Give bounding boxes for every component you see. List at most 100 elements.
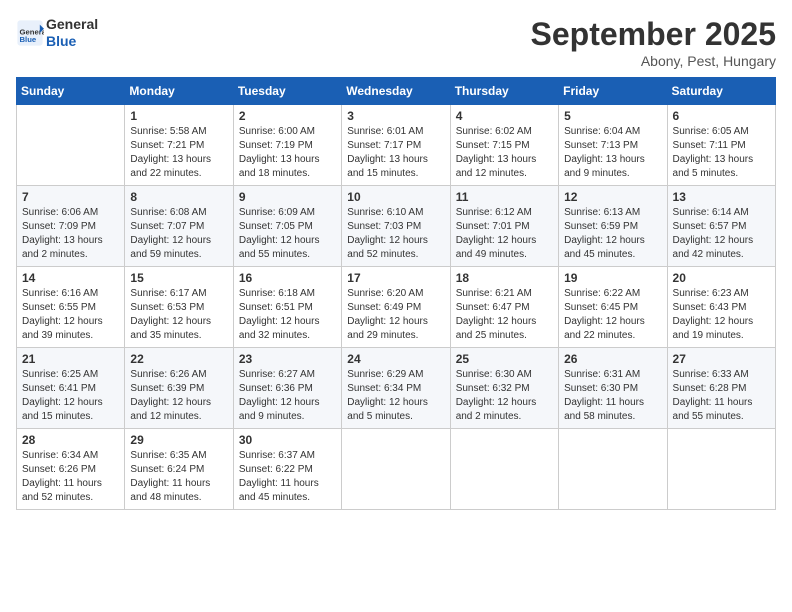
- col-header-monday: Monday: [125, 78, 233, 105]
- day-number: 13: [673, 190, 770, 204]
- calendar-cell: 30 Sunrise: 6:37 AM Sunset: 6:22 PM Dayli…: [233, 429, 341, 510]
- day-info: Sunrise: 6:37 AM Sunset: 6:22 PM Dayligh…: [239, 449, 336, 505]
- calendar-cell: 27 Sunrise: 6:33 AM Sunset: 6:28 PM Dayli…: [667, 348, 775, 429]
- calendar-cell: 22Sunrise: 6:26 AM Sunset: 6:39 PM Dayli…: [125, 348, 233, 429]
- col-header-friday: Friday: [559, 78, 667, 105]
- calendar-cell: 25 Sunrise: 6:30 AM Sunset: 6:32 PM Dayli…: [450, 348, 558, 429]
- week-row-2: 7Sunrise: 6:06 AM Sunset: 7:09 PM Daylig…: [17, 186, 776, 267]
- subtitle: Abony, Pest, Hungary: [531, 53, 776, 69]
- calendar-cell: 2 Sunrise: 6:00 AM Sunset: 7:19 PM Daylig…: [233, 105, 341, 186]
- day-info: Sunrise: 6:04 AM Sunset: 7:13 PM Dayligh…: [564, 125, 661, 181]
- day-info: Sunrise: 6:00 AM Sunset: 7:19 PM Dayligh…: [239, 125, 336, 181]
- day-number: 10: [347, 190, 444, 204]
- day-number: 30: [239, 433, 336, 447]
- day-info: Sunrise: 6:06 AM Sunset: 7:09 PM Dayligh…: [22, 206, 119, 262]
- calendar-cell: 28 Sunrise: 6:34 AM Sunset: 6:26 PM Dayli…: [17, 429, 125, 510]
- calendar-cell: 7Sunrise: 6:06 AM Sunset: 7:09 PM Daylig…: [17, 186, 125, 267]
- day-number: 19: [564, 271, 661, 285]
- day-info: Sunrise: 6:20 AM Sunset: 6:49 PM Dayligh…: [347, 287, 444, 343]
- day-number: 18: [456, 271, 553, 285]
- day-number: 6: [673, 109, 770, 123]
- day-info: Sunrise: 6:25 AM Sunset: 6:41 PM Dayligh…: [22, 368, 119, 424]
- calendar-cell: 14 Sunrise: 6:16 AM Sunset: 6:55 PM Dayli…: [17, 267, 125, 348]
- calendar-cell: 24 Sunrise: 6:29 AM Sunset: 6:34 PM Dayli…: [342, 348, 450, 429]
- calendar-cell: 26 Sunrise: 6:31 AM Sunset: 6:30 PM Dayli…: [559, 348, 667, 429]
- logo-icon: General Blue: [16, 19, 44, 47]
- day-info: Sunrise: 6:30 AM Sunset: 6:32 PM Dayligh…: [456, 368, 553, 424]
- day-number: 28: [22, 433, 119, 447]
- svg-text:Blue: Blue: [20, 35, 37, 44]
- week-row-1: 1Sunrise: 5:58 AM Sunset: 7:21 PM Daylig…: [17, 105, 776, 186]
- calendar-cell: 29 Sunrise: 6:35 AM Sunset: 6:24 PM Dayli…: [125, 429, 233, 510]
- calendar-cell: 19Sunrise: 6:22 AM Sunset: 6:45 PM Dayli…: [559, 267, 667, 348]
- calendar-cell: 4 Sunrise: 6:02 AM Sunset: 7:15 PM Daylig…: [450, 105, 558, 186]
- day-info: Sunrise: 6:23 AM Sunset: 6:43 PM Dayligh…: [673, 287, 770, 343]
- day-number: 9: [239, 190, 336, 204]
- col-header-saturday: Saturday: [667, 78, 775, 105]
- day-info: Sunrise: 6:17 AM Sunset: 6:53 PM Dayligh…: [130, 287, 227, 343]
- day-number: 25: [456, 352, 553, 366]
- day-info: Sunrise: 6:09 AM Sunset: 7:05 PM Dayligh…: [239, 206, 336, 262]
- calendar-cell: [559, 429, 667, 510]
- calendar-cell: [17, 105, 125, 186]
- calendar-cell: 10Sunrise: 6:10 AM Sunset: 7:03 PM Dayli…: [342, 186, 450, 267]
- day-number: 11: [456, 190, 553, 204]
- day-number: 16: [239, 271, 336, 285]
- day-number: 3: [347, 109, 444, 123]
- month-title: September 2025: [531, 16, 776, 53]
- calendar-cell: 5 Sunrise: 6:04 AM Sunset: 7:13 PM Daylig…: [559, 105, 667, 186]
- day-info: Sunrise: 6:02 AM Sunset: 7:15 PM Dayligh…: [456, 125, 553, 181]
- day-number: 26: [564, 352, 661, 366]
- col-header-tuesday: Tuesday: [233, 78, 341, 105]
- calendar-cell: 23 Sunrise: 6:27 AM Sunset: 6:36 PM Dayli…: [233, 348, 341, 429]
- day-info: Sunrise: 6:34 AM Sunset: 6:26 PM Dayligh…: [22, 449, 119, 505]
- calendar-cell: 17 Sunrise: 6:20 AM Sunset: 6:49 PM Dayli…: [342, 267, 450, 348]
- calendar-cell: 18Sunrise: 6:21 AM Sunset: 6:47 PM Dayli…: [450, 267, 558, 348]
- week-row-4: 21 Sunrise: 6:25 AM Sunset: 6:41 PM Dayli…: [17, 348, 776, 429]
- day-info: Sunrise: 6:05 AM Sunset: 7:11 PM Dayligh…: [673, 125, 770, 181]
- calendar-cell: [342, 429, 450, 510]
- calendar-cell: 20 Sunrise: 6:23 AM Sunset: 6:43 PM Dayli…: [667, 267, 775, 348]
- day-info: Sunrise: 6:26 AM Sunset: 6:39 PM Dayligh…: [130, 368, 227, 424]
- calendar-cell: 11Sunrise: 6:12 AM Sunset: 7:01 PM Dayli…: [450, 186, 558, 267]
- week-row-3: 14 Sunrise: 6:16 AM Sunset: 6:55 PM Dayli…: [17, 267, 776, 348]
- calendar-cell: 3 Sunrise: 6:01 AM Sunset: 7:17 PM Daylig…: [342, 105, 450, 186]
- col-header-wednesday: Wednesday: [342, 78, 450, 105]
- day-info: Sunrise: 6:29 AM Sunset: 6:34 PM Dayligh…: [347, 368, 444, 424]
- day-number: 5: [564, 109, 661, 123]
- day-number: 2: [239, 109, 336, 123]
- calendar-cell: [667, 429, 775, 510]
- logo-line2: Blue: [46, 33, 98, 50]
- day-info: Sunrise: 6:18 AM Sunset: 6:51 PM Dayligh…: [239, 287, 336, 343]
- week-row-5: 28 Sunrise: 6:34 AM Sunset: 6:26 PM Dayli…: [17, 429, 776, 510]
- calendar-cell: 1Sunrise: 5:58 AM Sunset: 7:21 PM Daylig…: [125, 105, 233, 186]
- day-info: Sunrise: 6:16 AM Sunset: 6:55 PM Dayligh…: [22, 287, 119, 343]
- calendar-cell: 15Sunrise: 6:17 AM Sunset: 6:53 PM Dayli…: [125, 267, 233, 348]
- calendar-cell: 13 Sunrise: 6:14 AM Sunset: 6:57 PM Dayli…: [667, 186, 775, 267]
- day-number: 29: [130, 433, 227, 447]
- day-info: Sunrise: 6:33 AM Sunset: 6:28 PM Dayligh…: [673, 368, 770, 424]
- day-number: 17: [347, 271, 444, 285]
- day-info: Sunrise: 6:31 AM Sunset: 6:30 PM Dayligh…: [564, 368, 661, 424]
- day-info: Sunrise: 6:27 AM Sunset: 6:36 PM Dayligh…: [239, 368, 336, 424]
- calendar-cell: 8Sunrise: 6:08 AM Sunset: 7:07 PM Daylig…: [125, 186, 233, 267]
- col-header-sunday: Sunday: [17, 78, 125, 105]
- day-number: 24: [347, 352, 444, 366]
- day-info: Sunrise: 6:13 AM Sunset: 6:59 PM Dayligh…: [564, 206, 661, 262]
- day-info: Sunrise: 5:58 AM Sunset: 7:21 PM Dayligh…: [130, 125, 227, 181]
- day-number: 27: [673, 352, 770, 366]
- logo: General Blue General Blue: [16, 16, 98, 50]
- day-number: 21: [22, 352, 119, 366]
- day-info: Sunrise: 6:14 AM Sunset: 6:57 PM Dayligh…: [673, 206, 770, 262]
- day-info: Sunrise: 6:01 AM Sunset: 7:17 PM Dayligh…: [347, 125, 444, 181]
- day-number: 20: [673, 271, 770, 285]
- day-number: 14: [22, 271, 119, 285]
- title-block: September 2025 Abony, Pest, Hungary: [531, 16, 776, 69]
- day-number: 23: [239, 352, 336, 366]
- calendar-table: SundayMondayTuesdayWednesdayThursdayFrid…: [16, 77, 776, 510]
- day-number: 12: [564, 190, 661, 204]
- day-number: 4: [456, 109, 553, 123]
- page-header: General Blue General Blue September 2025…: [16, 16, 776, 69]
- day-info: Sunrise: 6:35 AM Sunset: 6:24 PM Dayligh…: [130, 449, 227, 505]
- day-number: 8: [130, 190, 227, 204]
